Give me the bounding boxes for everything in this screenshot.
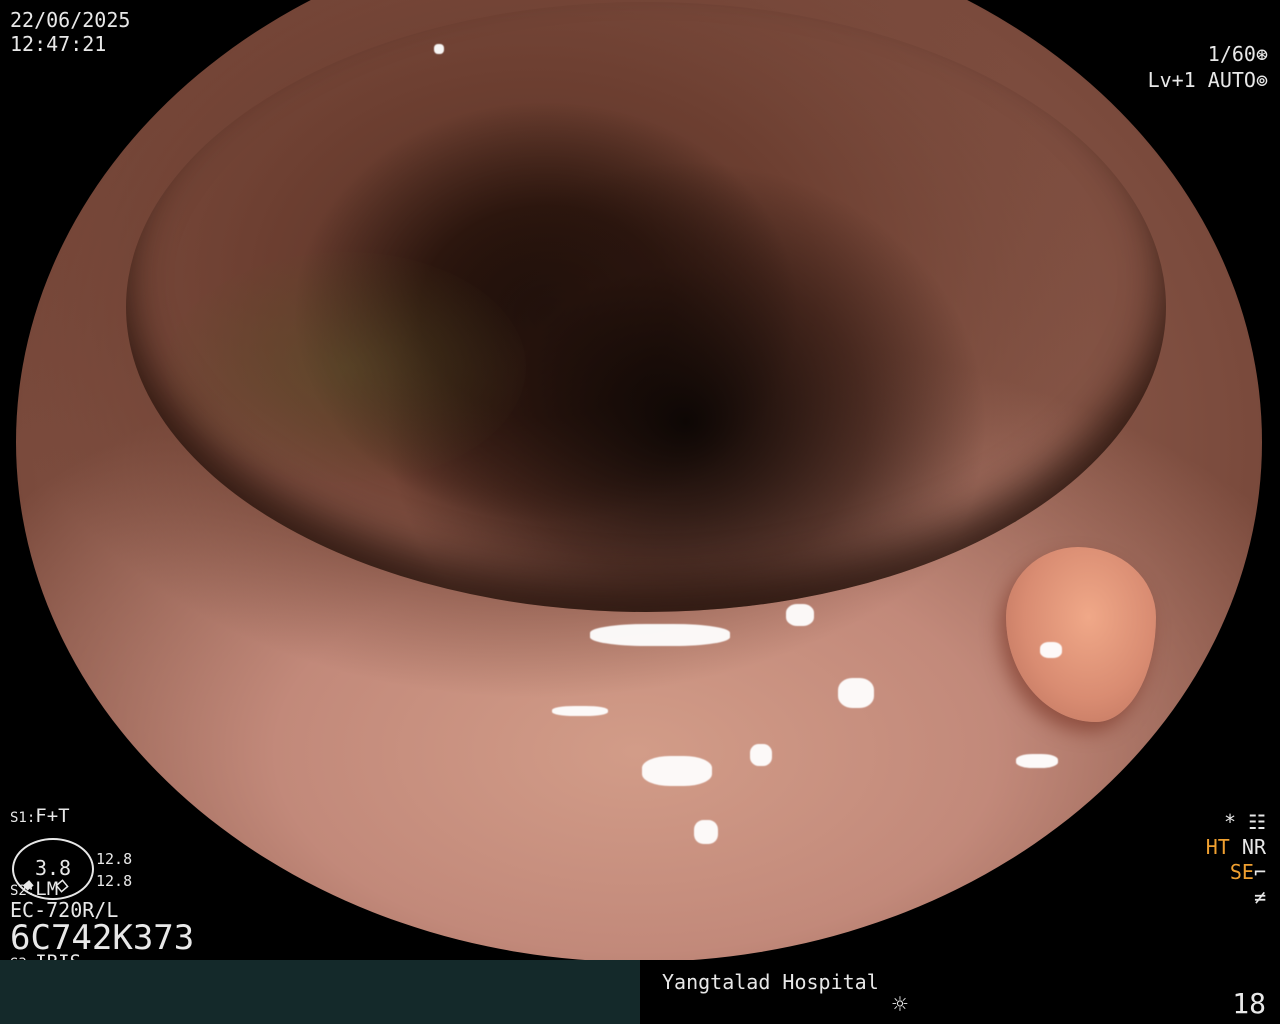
footer-left-panel (0, 960, 640, 1024)
specular-highlight (642, 756, 712, 786)
specular-highlight (552, 706, 608, 716)
settings-icon: ☷ (1248, 810, 1266, 834)
specular-highlight (838, 678, 874, 708)
gauge-reading-top: 12.8 (96, 850, 133, 868)
specular-highlight (786, 604, 814, 626)
frame-number: 18 (1232, 987, 1266, 1020)
specular-highlight (590, 624, 730, 646)
se-row: SE⌐ (1206, 860, 1266, 885)
image-processing-indicators: * ☷ HT NR SE⌐ ≠ (1206, 810, 1266, 910)
not-equal-icon: ≠ (1253, 885, 1266, 909)
ht-nr-row: HT NR (1206, 835, 1266, 860)
nr-indicator: NR (1241, 835, 1266, 859)
endoscopic-view (16, 0, 1262, 962)
specular-highlight (1016, 754, 1058, 768)
gauge-reading-bottom: 12.8 (96, 872, 133, 890)
zoom-gauge: 3.8 (12, 838, 94, 900)
exam-date: 22/06/2025 (10, 8, 131, 32)
brightness-level: Lv+1 AUTO⊚ (1148, 68, 1268, 92)
auto-mode: AUTO (1207, 68, 1256, 92)
specular-highlight (694, 820, 718, 844)
gauge-marker-icon (23, 879, 69, 893)
gauge-readings: 12.8 12.8 (96, 848, 132, 892)
exam-time: 12:47:21 (10, 32, 107, 56)
specular-highlight (434, 44, 444, 54)
se-indicator: SE (1229, 860, 1254, 884)
specular-highlight (1002, 938, 1038, 952)
level-value: Lv+1 (1147, 68, 1196, 92)
scope-serial: 6C742K373 (10, 918, 195, 958)
shutter-speed: 1/60⊛ (1208, 42, 1268, 66)
shutter-value: 1/60 (1207, 42, 1256, 66)
switch-s1: S1:F+T (10, 805, 70, 827)
ht-indicator: HT (1205, 835, 1230, 859)
sun-icon: ☼ (892, 990, 908, 1020)
structure-enhance-icon: ⌐ (1253, 860, 1266, 884)
iris-icon: ⊚ (1255, 68, 1268, 92)
mucosa-shadow (166, 252, 526, 482)
specular-highlight (1040, 642, 1062, 658)
freeze-row: ≠ (1206, 885, 1266, 910)
polyp-lesion (1006, 547, 1156, 722)
specular-highlight (750, 744, 772, 766)
aperture-icon: ⊛ (1255, 42, 1268, 66)
settings-row: * ☷ (1206, 810, 1266, 835)
hospital-name: Yangtalad Hospital (662, 970, 879, 994)
star-indicator: * (1223, 810, 1237, 834)
